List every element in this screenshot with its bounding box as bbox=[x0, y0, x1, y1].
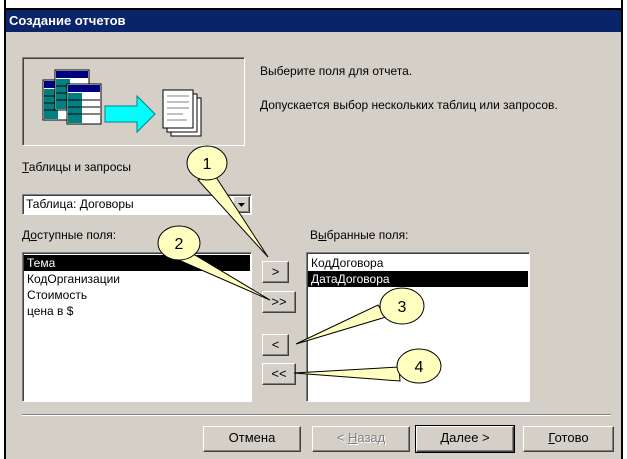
back-button-prefix: < bbox=[336, 430, 348, 445]
frame-border-right bbox=[621, 0, 623, 459]
selected-label-access-key: ы bbox=[318, 228, 327, 242]
available-fields-label: Доступные поля: bbox=[22, 228, 116, 242]
selected-fields-list[interactable]: КодДоговора ДатаДоговора bbox=[306, 252, 530, 402]
back-button[interactable]: < Назад bbox=[312, 426, 410, 452]
finish-button[interactable]: Готово bbox=[523, 426, 614, 452]
finish-button-rest: отово bbox=[554, 430, 589, 445]
next-button-rest: алее > bbox=[449, 430, 490, 445]
list-item[interactable]: КодОрганизации bbox=[24, 271, 250, 287]
back-button-rest: азад bbox=[357, 430, 386, 445]
report-wizard-dialog: Создание отчетов Выберите поля для отчет… bbox=[6, 10, 621, 459]
tables-label: Таблицы и запросы bbox=[22, 160, 131, 174]
instruction-text: Выберите поля для отчета. bbox=[260, 64, 413, 78]
next-button-access-key: Д bbox=[440, 430, 450, 445]
tables-to-report-illustration bbox=[42, 69, 202, 137]
tables-label-rest: аблицы и запросы bbox=[28, 160, 132, 174]
next-button[interactable]: Далее > bbox=[415, 425, 515, 453]
add-field-button[interactable]: > bbox=[262, 261, 289, 283]
list-item[interactable]: цена в $ bbox=[24, 303, 250, 319]
wizard-illustration bbox=[22, 57, 245, 146]
footer-separator-highlight bbox=[22, 415, 611, 416]
hint-text: Допускается выбор нескольких таблиц или … bbox=[260, 98, 558, 112]
available-label-access-key: о bbox=[30, 228, 37, 242]
list-item[interactable]: ДатаДоговора bbox=[308, 271, 528, 287]
tables-combo-value: Таблица: Договоры bbox=[26, 197, 134, 211]
list-item[interactable]: Тема bbox=[24, 255, 250, 271]
selected-label-pre: В bbox=[310, 228, 319, 242]
available-label-rest: ступные поля: bbox=[36, 228, 117, 242]
back-button-access-key: Н bbox=[347, 430, 358, 445]
add-all-fields-button[interactable]: >> bbox=[262, 291, 296, 313]
list-item[interactable]: КодДоговора bbox=[308, 255, 528, 271]
combo-dropdown-button[interactable] bbox=[233, 196, 250, 213]
selected-fields-label: Выбранные поля: bbox=[310, 228, 409, 242]
tables-combo[interactable]: Таблица: Договоры bbox=[22, 194, 252, 215]
cancel-button[interactable]: Отмена bbox=[203, 426, 301, 452]
selected-label-rest: бранные поля: bbox=[326, 228, 409, 242]
remove-all-fields-button[interactable]: << bbox=[262, 363, 296, 385]
dropdown-arrow-icon bbox=[238, 203, 245, 207]
list-item[interactable]: Стоимость bbox=[24, 287, 250, 303]
dialog-title: Создание отчетов bbox=[6, 10, 621, 32]
available-fields-list[interactable]: Тема КодОрганизации Стоимость цена в $ bbox=[22, 252, 252, 402]
remove-field-button[interactable]: < bbox=[262, 334, 289, 356]
tables-label-access-key: Т bbox=[22, 160, 29, 174]
